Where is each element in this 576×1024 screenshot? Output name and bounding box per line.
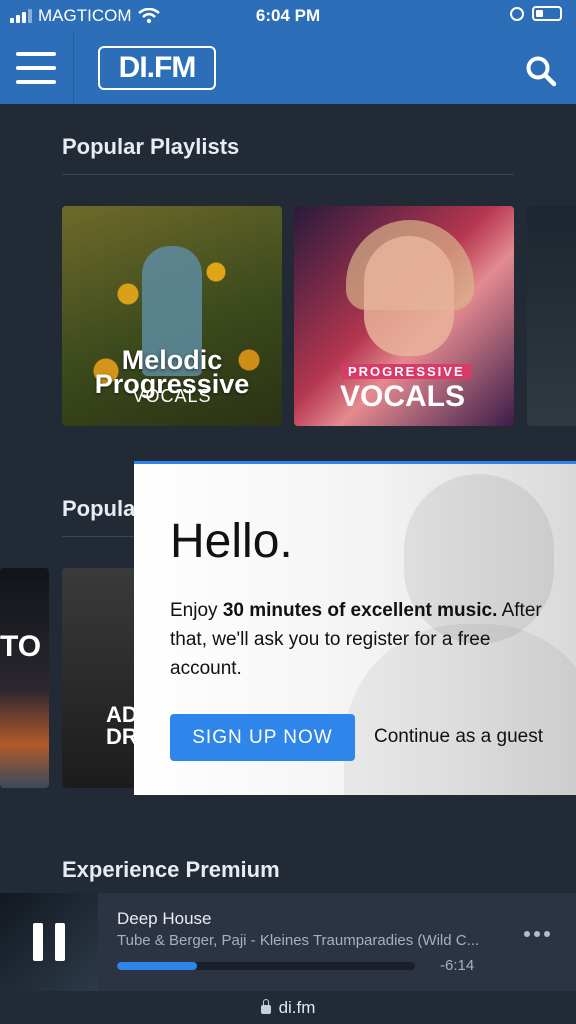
continue-as-guest-link[interactable]: Continue as a guest (374, 726, 543, 748)
battery-icon (532, 6, 562, 21)
card-title: AD DR (106, 704, 138, 748)
mini-player[interactable]: Deep House Tube & Berger, Paji - Kleines… (0, 893, 576, 991)
modal-message: Enjoy 30 minutes of excellent music. Aft… (170, 596, 550, 683)
card-subtitle: VOCALS (132, 386, 212, 406)
status-time: 6:04 PM (255, 6, 321, 25)
difm-logo[interactable]: DI.FM (98, 46, 216, 90)
card-title-line1: AD (106, 702, 138, 727)
player-channel-name: Deep House (117, 909, 212, 928)
app-header: DI.FM (0, 32, 576, 104)
search-icon[interactable] (524, 54, 558, 88)
channel-card-partial[interactable]: TO (0, 568, 49, 788)
hamburger-menu-icon[interactable] (16, 52, 56, 84)
playlist-card-melodic-progressive-vocals[interactable]: Melodic Progressive VOCALS (62, 206, 282, 426)
card-title: TO (0, 630, 42, 663)
player-artwork (0, 893, 98, 991)
section-divider (62, 174, 514, 175)
more-options-icon[interactable] (524, 931, 550, 937)
status-right (510, 6, 562, 21)
message-prefix: Enjoy (170, 600, 223, 621)
welcome-modal: Hello. Enjoy 30 minutes of excellent mus… (134, 461, 576, 795)
padlock-icon (260, 999, 271, 1014)
player-track-name: Tube & Berger, Paji - Kleines Traumparad… (117, 932, 480, 949)
card-title-line2: DR (106, 724, 138, 749)
player-time-remaining: -6:14 (440, 957, 475, 974)
header-divider (73, 32, 74, 104)
card-tag: PROGRESSIVE (342, 364, 471, 379)
playlist-card-progressive-vocals[interactable]: PROGRESSIVE VOCALS (294, 206, 514, 426)
browser-url-bar[interactable]: di.fm (0, 991, 576, 1024)
card-title: VOCALS (340, 380, 466, 413)
message-bold: 30 minutes of excellent music. (222, 600, 498, 621)
url-text: di.fm (278, 997, 316, 1017)
player-progress-bar[interactable] (117, 962, 415, 970)
section-title-popular-channels: Popula (62, 496, 136, 521)
orientation-lock-icon (510, 6, 524, 21)
player-progress-fill (117, 962, 198, 970)
sign-up-button[interactable]: SIGN UP NOW (170, 714, 355, 761)
card-image-face (364, 236, 454, 356)
section-title-popular-playlists: Popular Playlists (62, 134, 240, 159)
status-bar: MAGTICOM 6:04 PM (0, 0, 576, 32)
modal-heading: Hello. (170, 515, 293, 568)
section-title-experience-premium: Experience Premium (62, 857, 280, 882)
playlist-card-partial[interactable] (527, 206, 576, 426)
pause-icon[interactable] (33, 923, 65, 961)
